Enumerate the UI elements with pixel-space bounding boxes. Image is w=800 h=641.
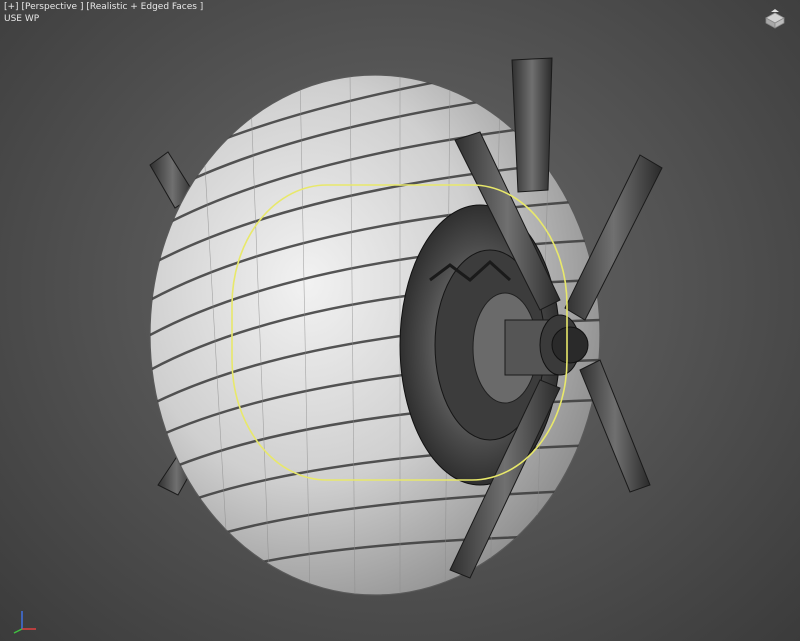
front-arm-lower-right [579,359,651,493]
perspective-viewport-scene[interactable] [0,0,800,641]
front-arm-top [511,57,553,193]
axis-tripod-icon [13,611,36,634]
hub-cap [551,326,589,364]
